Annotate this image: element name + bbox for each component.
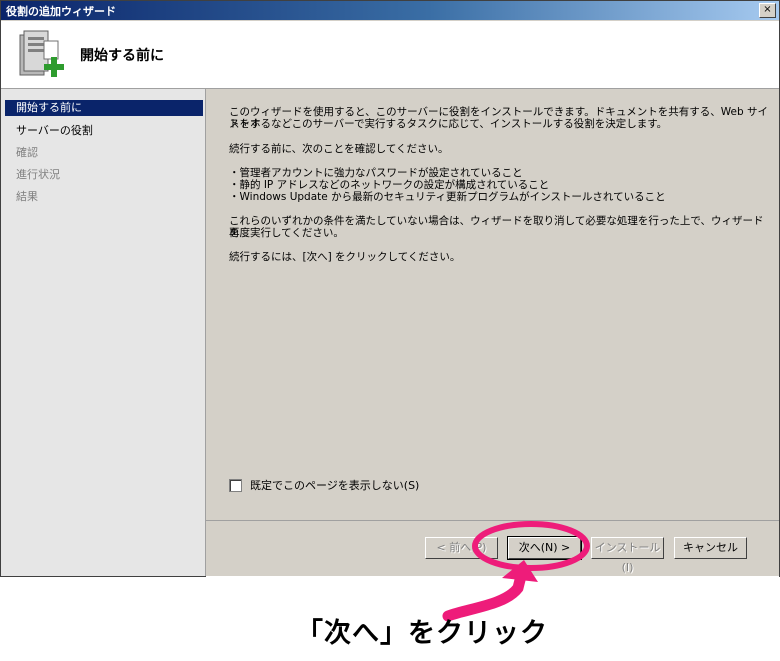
- skip-page-option[interactable]: 既定でこのページを表示しない(S): [229, 477, 419, 493]
- skip-page-checkbox[interactable]: [229, 478, 242, 492]
- wizard-window: 役割の追加ウィザード × 開始する前に 開始する前に サーバーの役割 確認 進行…: [0, 0, 780, 577]
- next-button[interactable]: 次へ(N) >: [507, 536, 582, 560]
- intro-text-line2: ストするなどこのサーバーで実行するタスクに応じて、インストールする役割を決定しま…: [229, 118, 668, 130]
- skip-page-label[interactable]: 既定でこのページを表示しない(S): [250, 477, 419, 493]
- step-confirmation: 確認: [16, 146, 38, 159]
- prereq-bullet-2: ・静的 IP アドレスなどのネットワークの設定が構成されていること: [229, 179, 550, 191]
- cancel-note-line2: 再度実行してください。: [229, 227, 344, 239]
- page-title: 開始する前に: [80, 48, 164, 64]
- pointer-arrow: [442, 570, 527, 622]
- wizard-steps-sidebar: 開始する前に サーバーの役割 確認 進行状況 結果: [1, 89, 206, 576]
- step-results: 結果: [16, 190, 38, 203]
- title-bar: 役割の追加ウィザード ×: [1, 1, 779, 20]
- wizard-header: 開始する前に: [1, 21, 779, 89]
- server-add-icon: [19, 30, 64, 77]
- close-button[interactable]: ×: [759, 3, 776, 18]
- continue-note: 続行するには、[次へ] をクリックしてください。: [229, 251, 461, 263]
- wizard-footer: < 前へ(P) 次へ(N) > インストール(I) キャンセル: [206, 520, 779, 577]
- step-before-you-begin[interactable]: 開始する前に: [5, 100, 203, 116]
- cancel-button[interactable]: キャンセル: [674, 537, 747, 559]
- step-server-roles[interactable]: サーバーの役割: [5, 123, 203, 139]
- back-button[interactable]: < 前へ(P): [425, 537, 498, 559]
- window-title: 役割の追加ウィザード: [6, 5, 116, 18]
- prereq-bullet-3: ・Windows Update から最新のセキュリティ更新プログラムがインストー…: [229, 191, 666, 203]
- confirm-lead-text: 続行する前に、次のことを確認してください。: [229, 143, 449, 155]
- prereq-bullet-1: ・管理者アカウントに強力なパスワードが設定されていること: [229, 167, 523, 179]
- instruction-caption: 「次へ」をクリック: [296, 618, 548, 649]
- wizard-content: このウィザードを使用すると、このサーバーに役割をインストールできます。ドキュメン…: [206, 89, 779, 520]
- install-button[interactable]: インストール(I): [591, 537, 664, 574]
- step-progress: 進行状況: [16, 168, 60, 181]
